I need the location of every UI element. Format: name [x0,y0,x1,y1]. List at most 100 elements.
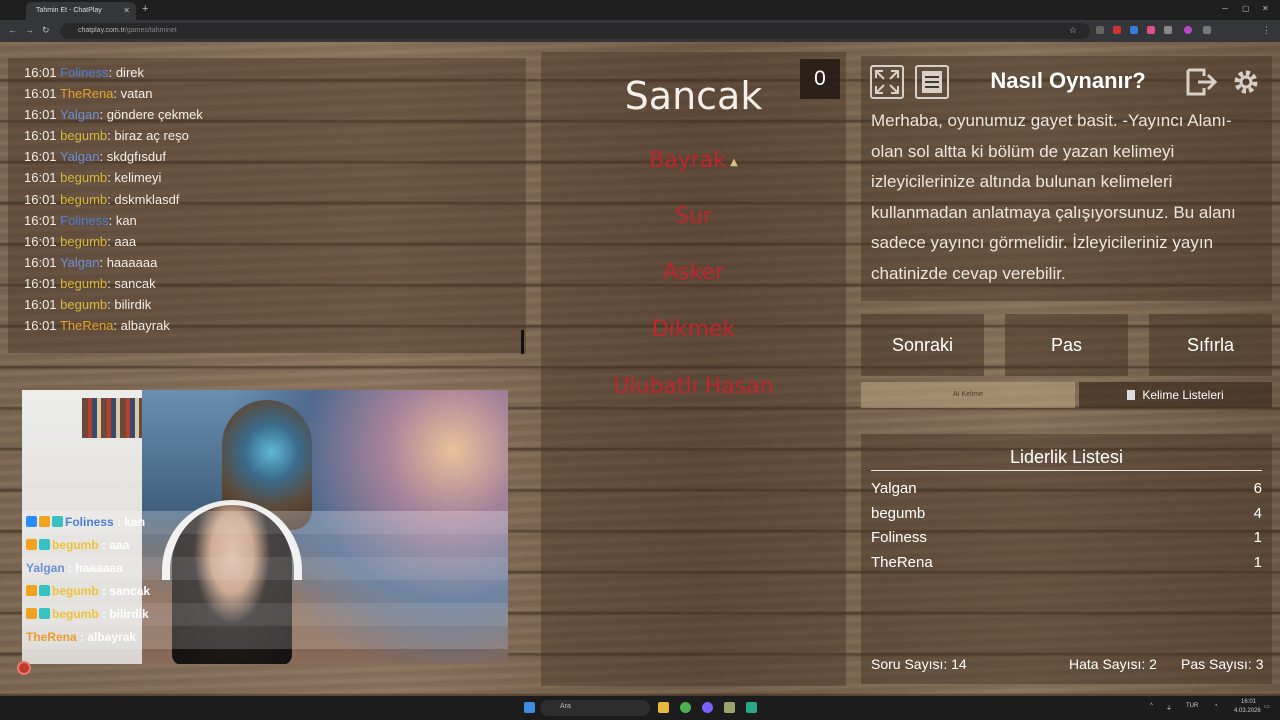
chat-username[interactable]: Yalgan [60,107,100,122]
reload-icon[interactable]: ↻ [42,25,50,36]
chat-text: aaa [114,233,137,249]
word-lists-button[interactable]: Kelime Listeleri [1079,382,1272,408]
leaderboard-score: 1 [1253,553,1262,571]
howto-text: Merhaba, oyunumuz gayet basit. -Yayıncı … [871,111,1236,283]
browser-menu-icon[interactable]: ⋮ [1262,25,1271,36]
leaderboard-score: 4 [1253,504,1262,522]
leaderboard-row: Yalgan 6 [871,480,1262,504]
next-button[interactable]: Sonraki [861,314,984,376]
chat-message: 16:01 Yalgan: göndere çekmek [24,107,203,123]
chat-username[interactable]: begumb [60,297,107,312]
overlay-chat-message: begumb : bilirdik [22,603,508,626]
fullscreen-icon[interactable] [870,65,904,99]
profile-avatar[interactable] [1184,26,1192,34]
chat-time: 16:01 [24,86,57,102]
extension-icon[interactable] [1096,26,1104,34]
ai-word-button[interactable]: AI Kelime [861,382,1075,408]
chat-badge-icon [26,585,37,596]
taskbar-search[interactable]: Ara [540,700,650,716]
chat-text: sancak [114,275,156,291]
chat-text: kan [115,212,137,228]
overlay-chat-text: : bilirdik [102,607,149,621]
taboo-word-text: Bayrak [649,148,727,173]
chat-time: 16:01 [24,191,57,207]
tray-chevron-icon[interactable]: ^ [1150,703,1153,709]
extension-icon[interactable] [1147,26,1155,34]
chat-scrollbar[interactable] [521,330,524,354]
new-tab-icon[interactable]: + [142,3,148,15]
leaderboard-divider [871,470,1262,471]
chat-username[interactable]: begumb [60,170,107,185]
overlay-chat-message: TheRena : albayrak [22,626,508,649]
notes-icon[interactable] [915,65,949,99]
chat-text: albayrak [120,318,170,334]
overlay-chat-message: begumb : sancak [22,580,508,603]
settings-gear-icon[interactable] [1229,65,1263,99]
chat-username[interactable]: begumb [60,128,107,143]
chat-badge-icon [26,516,37,527]
extension-icon[interactable] [1113,26,1121,34]
url-field[interactable]: chatplay.com.tr/games/tahminet [60,23,1090,39]
clock-date[interactable]: 4.03.2026 [1234,708,1261,714]
overlay-chat-text: : albayrak [80,630,137,644]
chat-message: 16:01 begumb: kelimeyi [24,170,162,186]
chat-badge-icon [39,585,50,596]
address-bar-row: ← → ↻ chatplay.com.tr/games/tahminet ☆ ⋮ [0,20,1280,42]
minimize-icon[interactable]: ─ [1222,4,1228,13]
chat-username[interactable]: begumb [60,276,107,291]
back-icon[interactable]: ← [8,25,17,35]
chat-message: 16:01 begumb: biraz aç reşo [24,128,189,144]
overlay-chat-username: TheRena [26,630,77,644]
chat-username[interactable]: Foliness [60,213,108,228]
url-host: chatplay.com.tr [78,27,125,34]
reset-button[interactable]: Sıfırla [1149,314,1272,376]
chat-time: 16:01 [24,233,57,249]
leaderboard-name: Foliness [871,529,927,547]
chat-username[interactable]: begumb [60,192,107,207]
overlay-chat-text: : kan [117,515,146,529]
extension-icon[interactable] [1203,26,1211,34]
chat-badge-icon [39,516,50,527]
clock-time[interactable]: 16:01 [1241,699,1256,705]
chat-time: 16:01 [24,275,57,291]
taskbar-search-label: Ara [560,703,571,710]
bookmark-star-icon[interactable]: ☆ [1069,25,1077,36]
exit-icon[interactable] [1184,65,1218,99]
chat-username[interactable]: Foliness [60,65,108,80]
maximize-icon[interactable]: ▢ [1242,4,1250,13]
error-count: Hata Sayısı: 2 [1069,656,1157,672]
chat-username[interactable]: TheRena [60,318,113,333]
app-icon[interactable] [702,702,713,713]
notification-icon[interactable]: ▭ [1264,703,1270,710]
chrome-icon[interactable] [680,702,691,713]
taboo-word: Ulubatlı Hasan [541,374,846,399]
overlay-chat-text: : haaaaaa [68,561,123,575]
file-explorer-icon[interactable] [658,702,669,713]
start-icon[interactable] [524,702,535,713]
pass-button[interactable]: Pas [1005,314,1128,376]
taskbar: Ara ^ ⏚ TUR ◔ 16:01 4.03.2026 ▭ [0,696,1280,720]
browser-titlebar: Tahmin Et - ChatPlay ✕ + ─ ▢ ✕ [0,0,1280,20]
browser-tab[interactable]: Tahmin Et - ChatPlay ✕ [26,2,136,20]
wifi-icon[interactable]: ◔ [1214,703,1218,709]
chat-message: 16:01 begumb: bilirdik [24,297,152,313]
chat-username[interactable]: begumb [60,234,107,249]
app-icon[interactable] [724,702,735,713]
network-icon[interactable]: ⏚ [1166,703,1172,712]
extension-icon[interactable] [1164,26,1172,34]
close-icon[interactable]: ✕ [123,6,130,15]
app-icon[interactable] [746,702,757,713]
chat-time: 16:01 [24,318,57,334]
chat-username[interactable]: Yalgan [60,255,100,270]
leaderboard-name: begumb [871,504,926,522]
language-indicator[interactable]: TUR [1186,703,1198,709]
window-close-icon[interactable]: ✕ [1262,4,1269,13]
chat-username[interactable]: TheRena [60,86,113,101]
chat-username[interactable]: Yalgan [60,149,100,164]
chat-time: 16:01 [24,128,57,144]
extension-icon[interactable] [1130,26,1138,34]
chat-time: 16:01 [24,212,57,228]
taboo-word: Sur [541,204,846,229]
overlay-chat-message: Yalgan : haaaaaa [22,557,508,580]
forward-icon[interactable]: → [25,25,34,35]
